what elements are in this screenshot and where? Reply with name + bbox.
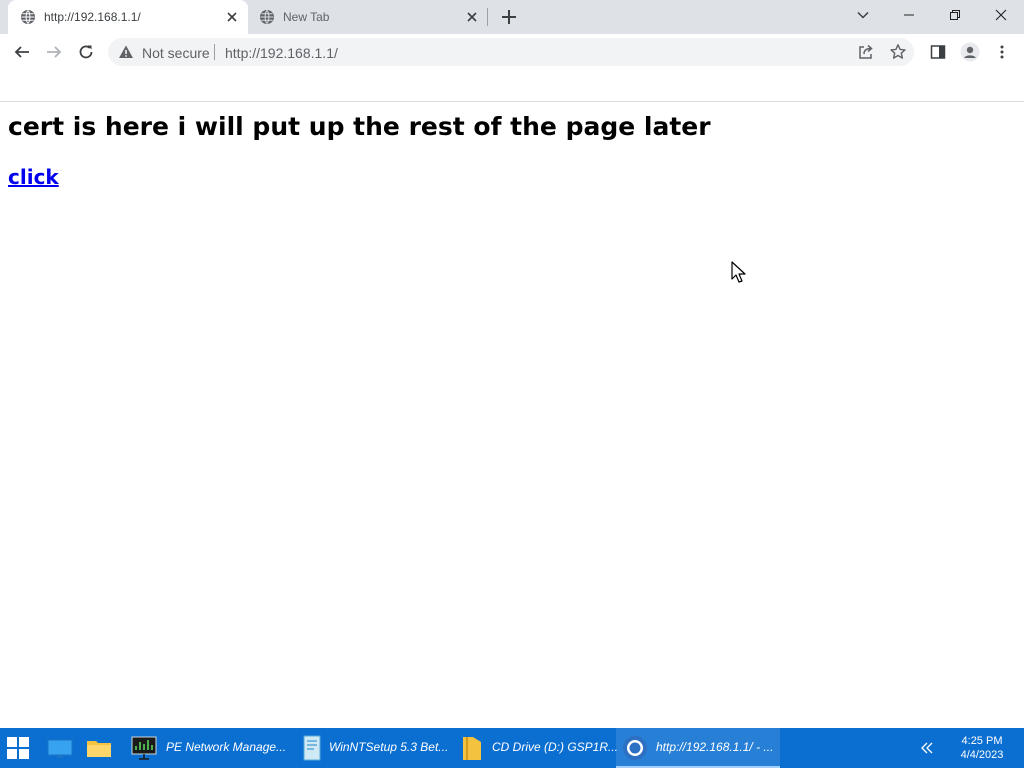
page-content: cert is here i will put up the rest of t… [0,102,1024,728]
globe-icon [260,10,274,24]
reload-icon [79,45,93,59]
click-link[interactable]: click [8,165,59,189]
forward-button[interactable] [42,40,66,64]
browser-toolbar: Not secure http://192.168.1.1/ [0,34,1024,70]
close-tab-icon[interactable] [224,9,240,25]
bookmark-star-icon[interactable] [889,43,907,61]
globe-icon [21,10,35,24]
tab-active[interactable]: http://192.168.1.1/ [8,0,248,34]
network-manager-icon [131,736,157,760]
taskbar-item-label: WinNTSetup 5.3 Bet... [329,740,449,754]
winntsetup-icon [303,735,321,761]
taskbar-item-label: PE Network Manage... [166,740,287,754]
profile-button[interactable] [958,40,982,64]
kebab-menu-icon [1000,45,1004,59]
folder-icon[interactable] [85,734,113,762]
chevron-down-icon [857,11,869,19]
tab-new-tab[interactable]: New Tab [248,0,488,34]
mouse-cursor-icon [731,261,746,283]
side-panel-icon [930,45,946,59]
windows-start-icon[interactable] [6,736,30,760]
close-tab-icon[interactable] [464,9,480,25]
minimize-button[interactable] [886,0,932,30]
system-clock[interactable]: 4:25 PM 4/4/2023 [952,734,1012,762]
tab-strip: http://192.168.1.1/ New Tab [0,0,1024,34]
taskbar-item-label: CD Drive (D:) GSP1R... [492,740,619,754]
warning-icon[interactable] [118,44,134,60]
taskbar-item-label: http://192.168.1.1/ - ... [656,740,774,754]
page-heading: cert is here i will put up the rest of t… [8,112,711,141]
restore-icon [950,10,960,20]
minimize-icon [904,14,914,16]
taskbar-item-cd-drive[interactable]: CD Drive (D:) GSP1R... [455,728,619,768]
new-tab-plus-icon[interactable] [499,7,519,27]
close-icon [995,9,1007,21]
taskbar-item-winntsetup[interactable]: WinNTSetup 5.3 Bet... [292,728,452,768]
security-label[interactable]: Not secure [142,45,210,61]
reload-button[interactable] [74,40,98,64]
taskbar: PE Network Manage... WinNTSetup 5.3 Bet.… [0,728,1024,768]
chrome-icon [623,736,647,760]
restore-button[interactable] [932,0,978,30]
profile-avatar-icon [960,42,980,62]
clock-time: 4:25 PM [961,735,1003,747]
taskbar-item-pe-network-manager[interactable]: PE Network Manage... [124,728,288,768]
clock-date: 4/4/2023 [960,749,1004,761]
tab-separator [487,8,488,26]
share-icon[interactable] [857,43,875,61]
taskbar-item-chrome-active[interactable]: http://192.168.1.1/ - ... [616,728,780,768]
omnibox-separator [214,44,215,60]
close-window-button[interactable] [978,0,1024,30]
forward-arrow-icon [47,46,62,58]
url-text[interactable]: http://192.168.1.1/ [225,45,338,61]
address-bar[interactable]: Not secure http://192.168.1.1/ [108,38,914,66]
menu-button[interactable] [990,40,1014,64]
chevron-double-left-icon[interactable] [920,742,934,754]
desktop-monitor-icon[interactable] [46,734,74,762]
folder-icon [463,737,481,760]
back-button[interactable] [10,40,34,64]
side-panel-button[interactable] [926,40,950,64]
tab-title: http://192.168.1.1/ [44,10,141,24]
tab-search-button[interactable] [840,0,886,30]
tab-title: New Tab [283,10,330,24]
back-arrow-icon [14,46,29,58]
